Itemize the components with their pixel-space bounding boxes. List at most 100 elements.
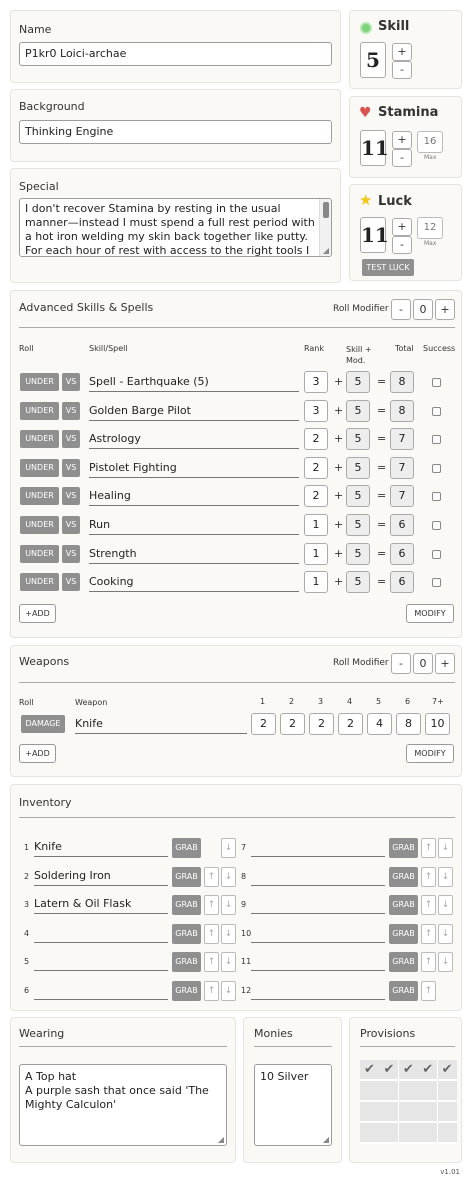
arrow-down-icon[interactable]: ↓ [221,952,236,973]
inventory-item-field[interactable] [34,980,168,1000]
arrow-down-icon[interactable]: ↓ [438,895,453,916]
grab-button[interactable]: GRAB [172,866,201,887]
arrow-down-icon[interactable]: ↓ [438,866,453,887]
inventory-item-field[interactable] [251,894,385,915]
provision-check-icon[interactable]: ✔ [437,1060,457,1079]
vs-button[interactable]: VS [62,516,80,534]
arrow-up-icon[interactable]: ↑ [204,866,219,887]
under-button[interactable]: UNDER [20,516,59,534]
arrow-down-icon[interactable]: ↓ [438,923,453,944]
under-button[interactable]: UNDER [20,544,59,563]
grab-button[interactable]: GRAB [172,981,201,1001]
modify-weapons-button[interactable]: MODIFY [406,744,454,763]
provision-cell[interactable] [398,1102,418,1121]
arrow-down-icon[interactable]: ↓ [438,952,453,973]
weapons-roll-modifier-value[interactable]: 0 [413,653,433,674]
success-checkbox[interactable] [432,378,441,387]
vs-button[interactable]: VS [62,487,80,506]
damage-button[interactable]: DAMAGE [21,715,65,733]
grab-button[interactable]: GRAB [389,866,418,887]
arrow-down-icon[interactable]: ↓ [221,866,236,887]
grab-button[interactable]: GRAB [389,981,418,1001]
provision-check-icon[interactable]: ✔ [398,1060,418,1079]
luck-max-field[interactable]: 12 [417,217,443,239]
under-button[interactable]: UNDER [20,401,59,420]
provision-cell[interactable] [418,1123,438,1142]
provision-cell[interactable] [360,1081,379,1100]
rank-field[interactable]: 2 [304,428,328,451]
damage-value-field[interactable]: 2 [280,713,305,735]
grab-button[interactable]: GRAB [389,838,418,858]
inventory-item-field[interactable]: Soldering Iron [34,866,168,886]
resize-grip-icon[interactable]: ◢ [323,1136,329,1144]
add-weapon-button[interactable]: +ADD [19,744,56,763]
skill-name-field[interactable]: Golden Barge Pilot [89,401,299,421]
inventory-item-field[interactable] [34,951,168,972]
provision-cell[interactable] [437,1123,457,1142]
grab-button[interactable]: GRAB [172,952,201,973]
provision-cell[interactable] [379,1102,399,1121]
inventory-item-field[interactable] [251,951,385,972]
success-checkbox[interactable] [432,521,441,530]
under-button[interactable]: UNDER [20,430,59,449]
arrow-down-icon[interactable]: ↓ [438,838,453,858]
luck-minus-button[interactable]: - [392,236,412,254]
stamina-max-field[interactable]: 16 [417,131,443,153]
test-luck-button[interactable]: TEST LUCK [362,259,414,276]
grab-button[interactable]: GRAB [389,895,418,916]
skill-plus-button[interactable]: + [392,43,412,61]
arrow-up-icon[interactable]: ↑ [421,895,436,916]
success-checkbox[interactable] [432,492,441,502]
grab-button[interactable]: GRAB [389,952,418,973]
provision-cell[interactable] [360,1123,379,1142]
arrow-up-icon[interactable]: ↑ [204,923,219,944]
vs-button[interactable]: VS [62,544,80,563]
scrollbar-thumb[interactable] [323,202,329,218]
inventory-item-field[interactable] [251,837,385,857]
arrow-up-icon[interactable]: ↑ [421,923,436,944]
weapons-roll-modifier-minus-button[interactable]: - [391,653,411,674]
success-checkbox[interactable] [432,463,441,473]
provision-check-icon[interactable]: ✔ [360,1060,379,1079]
skill-name-field[interactable]: Astrology [89,429,299,450]
arrow-up-icon[interactable]: ↑ [204,981,219,1001]
stamina-value[interactable]: 11 [360,130,389,166]
grab-button[interactable]: GRAB [172,923,201,944]
success-checkbox[interactable] [432,549,441,559]
provision-cell[interactable] [360,1102,379,1121]
background-field[interactable]: Thinking Engine [19,120,332,144]
grab-button[interactable]: GRAB [172,895,201,916]
vs-button[interactable]: VS [62,573,80,592]
success-checkbox[interactable] [432,578,441,588]
special-textarea[interactable]: I don't recover Stamina by resting in th… [19,198,332,257]
inventory-item-field[interactable] [251,866,385,886]
weapons-roll-modifier-plus-button[interactable]: + [435,653,455,674]
under-button[interactable]: UNDER [20,573,59,592]
skill-name-field[interactable]: Strength [89,544,299,564]
resize-grip-icon[interactable]: ◢ [323,247,329,255]
damage-value-field[interactable]: 8 [396,713,421,735]
under-button[interactable]: UNDER [20,458,59,477]
vs-button[interactable]: VS [62,430,80,449]
rank-field[interactable]: 2 [304,456,328,479]
inventory-item-field[interactable] [251,923,385,943]
modify-skills-button[interactable]: MODIFY [406,604,454,623]
inventory-item-field[interactable]: Knife [34,837,168,857]
skill-name-field[interactable]: Spell - Earthquake (5) [89,372,299,392]
rank-field[interactable]: 1 [304,542,328,565]
vs-button[interactable]: VS [62,373,80,391]
arrow-up-icon[interactable]: ↑ [421,952,436,973]
damage-value-field[interactable]: 2 [338,713,363,735]
rank-field[interactable]: 3 [304,399,328,422]
provision-cell[interactable] [398,1123,418,1142]
damage-value-field[interactable]: 2 [251,713,276,735]
skill-name-field[interactable]: Run [89,515,299,535]
arrow-up-icon[interactable]: ↑ [204,895,219,916]
rank-field[interactable]: 3 [304,371,328,393]
provision-check-icon[interactable]: ✔ [379,1060,399,1079]
inventory-item-field[interactable]: Latern & Oil Flask [34,894,168,915]
success-checkbox[interactable] [432,435,441,445]
arrow-down-icon[interactable]: ↓ [221,981,236,1001]
provision-cell[interactable] [379,1081,399,1100]
add-skill-button[interactable]: +ADD [19,604,56,623]
